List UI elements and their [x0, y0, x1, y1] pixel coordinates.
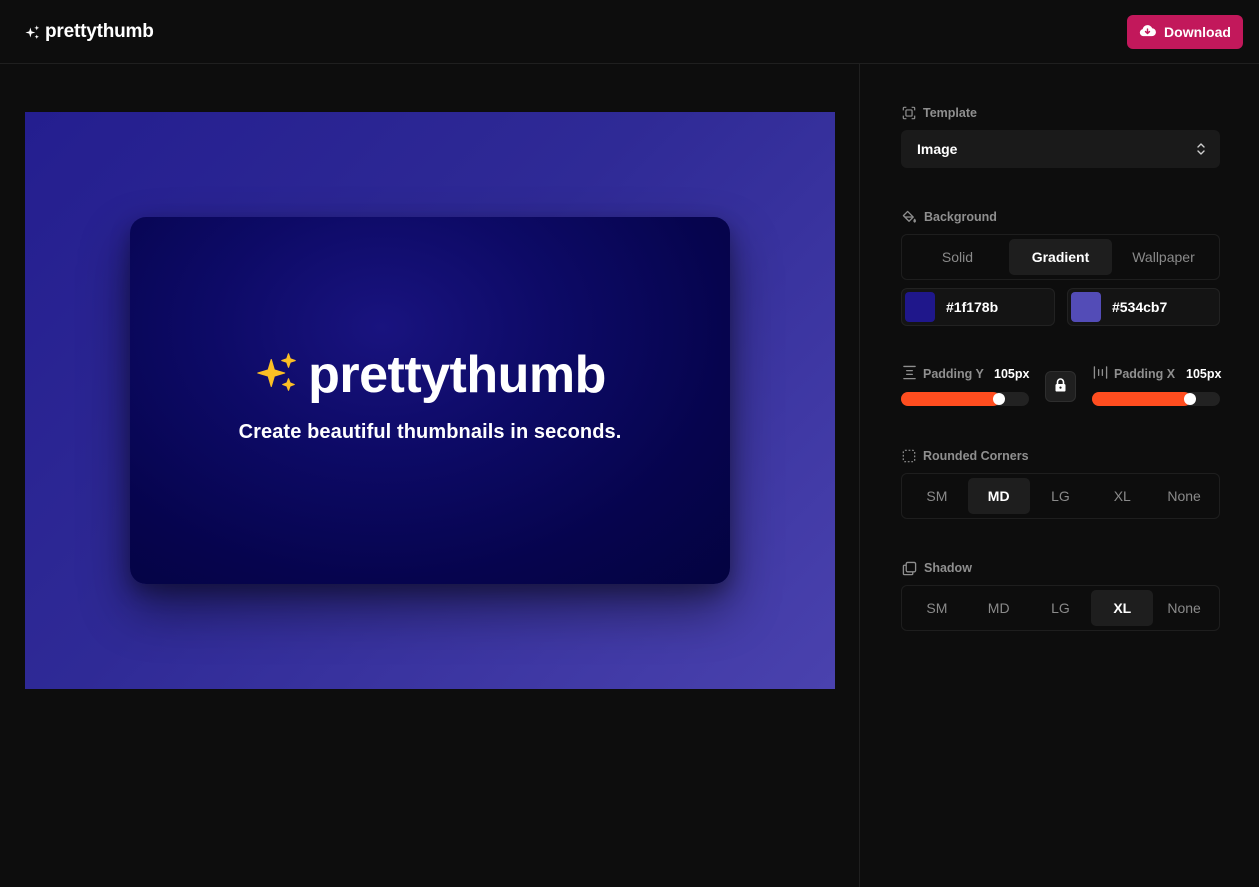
padding-y-value: 105px: [994, 367, 1030, 381]
template-label: Template: [902, 105, 977, 121]
top-bar: prettythumb Download: [0, 0, 1259, 64]
lock-icon: [1055, 378, 1066, 395]
rounded-corners-toggle: SM MD LG XL None: [901, 473, 1220, 519]
sparkles-icon: [254, 350, 300, 401]
shadow-toggle: SM MD LG XL None: [901, 585, 1220, 631]
thumbnail-canvas: prettythumb Create beautiful thumbnails …: [25, 112, 835, 689]
padding-y-label: Padding Y: [902, 365, 984, 383]
brand-logo[interactable]: prettythumb: [24, 20, 154, 44]
template-select[interactable]: Image: [901, 130, 1220, 168]
template-value: Image: [917, 141, 958, 157]
padding-x-value: 105px: [1186, 367, 1222, 381]
background-label: Background: [902, 209, 997, 225]
card-logo-name: prettythumb: [308, 346, 606, 404]
padding-x-slider-thumb[interactable]: [1184, 393, 1196, 405]
gradient-color-from-field[interactable]: #1f178b: [901, 288, 1055, 326]
preview-area: prettythumb Create beautiful thumbnails …: [0, 64, 859, 887]
rounded-option-md[interactable]: MD: [967, 478, 1030, 514]
color-from-value: #1f178b: [946, 299, 999, 315]
card-logo: prettythumb: [130, 345, 730, 405]
template-icon: [902, 106, 916, 120]
background-option-gradient[interactable]: Gradient: [1009, 239, 1112, 275]
shadow-option-none[interactable]: None: [1153, 590, 1215, 626]
padding-x-slider-fill: [1092, 392, 1191, 406]
shadow-label: Shadow: [902, 560, 972, 576]
shadow-option-lg[interactable]: LG: [1030, 590, 1092, 626]
corner-icon: [902, 449, 916, 463]
background-type-toggle: Solid Gradient Wallpaper: [901, 234, 1220, 280]
paint-bucket-icon: [902, 210, 917, 225]
rounded-option-xl[interactable]: XL: [1091, 478, 1153, 514]
background-option-wallpaper[interactable]: Wallpaper: [1112, 239, 1215, 275]
rounded-option-none[interactable]: None: [1153, 478, 1215, 514]
sparkles-icon: [24, 24, 41, 41]
chevron-updown-icon: [1196, 141, 1206, 160]
rounded-corners-label: Rounded Corners: [902, 448, 1029, 464]
rounded-option-lg[interactable]: LG: [1030, 478, 1092, 514]
background-option-solid[interactable]: Solid: [906, 239, 1009, 275]
settings-sidebar: Template Image Background Solid Gradient…: [859, 64, 1259, 887]
download-button[interactable]: Download: [1127, 15, 1243, 49]
padding-y-slider-thumb[interactable]: [993, 393, 1005, 405]
padding-y-slider-fill: [901, 392, 1000, 406]
color-to-value: #534cb7: [1112, 299, 1168, 315]
rounded-option-sm[interactable]: SM: [906, 478, 968, 514]
padding-x-label: Padding X: [1093, 366, 1175, 382]
shadow-option-xl[interactable]: XL: [1091, 590, 1154, 626]
padding-x-icon: [1093, 365, 1108, 383]
download-label: Download: [1164, 24, 1231, 40]
shadow-option-md[interactable]: MD: [968, 590, 1030, 626]
padding-y-icon: [902, 365, 917, 383]
color-swatch-from[interactable]: [905, 292, 935, 322]
brand-name: prettythumb: [45, 21, 154, 42]
card-tagline: Create beautiful thumbnails in seconds.: [238, 421, 622, 443]
cloud-download-icon: [1139, 24, 1156, 40]
lock-padding-button[interactable]: [1045, 371, 1076, 402]
padding-y-slider[interactable]: [901, 392, 1029, 406]
thumbnail-card: prettythumb Create beautiful thumbnails …: [130, 217, 730, 584]
shadow-icon: [902, 561, 917, 576]
color-swatch-to[interactable]: [1071, 292, 1101, 322]
shadow-option-sm[interactable]: SM: [906, 590, 968, 626]
gradient-color-to-field[interactable]: #534cb7: [1067, 288, 1220, 326]
padding-x-slider[interactable]: [1092, 392, 1220, 406]
